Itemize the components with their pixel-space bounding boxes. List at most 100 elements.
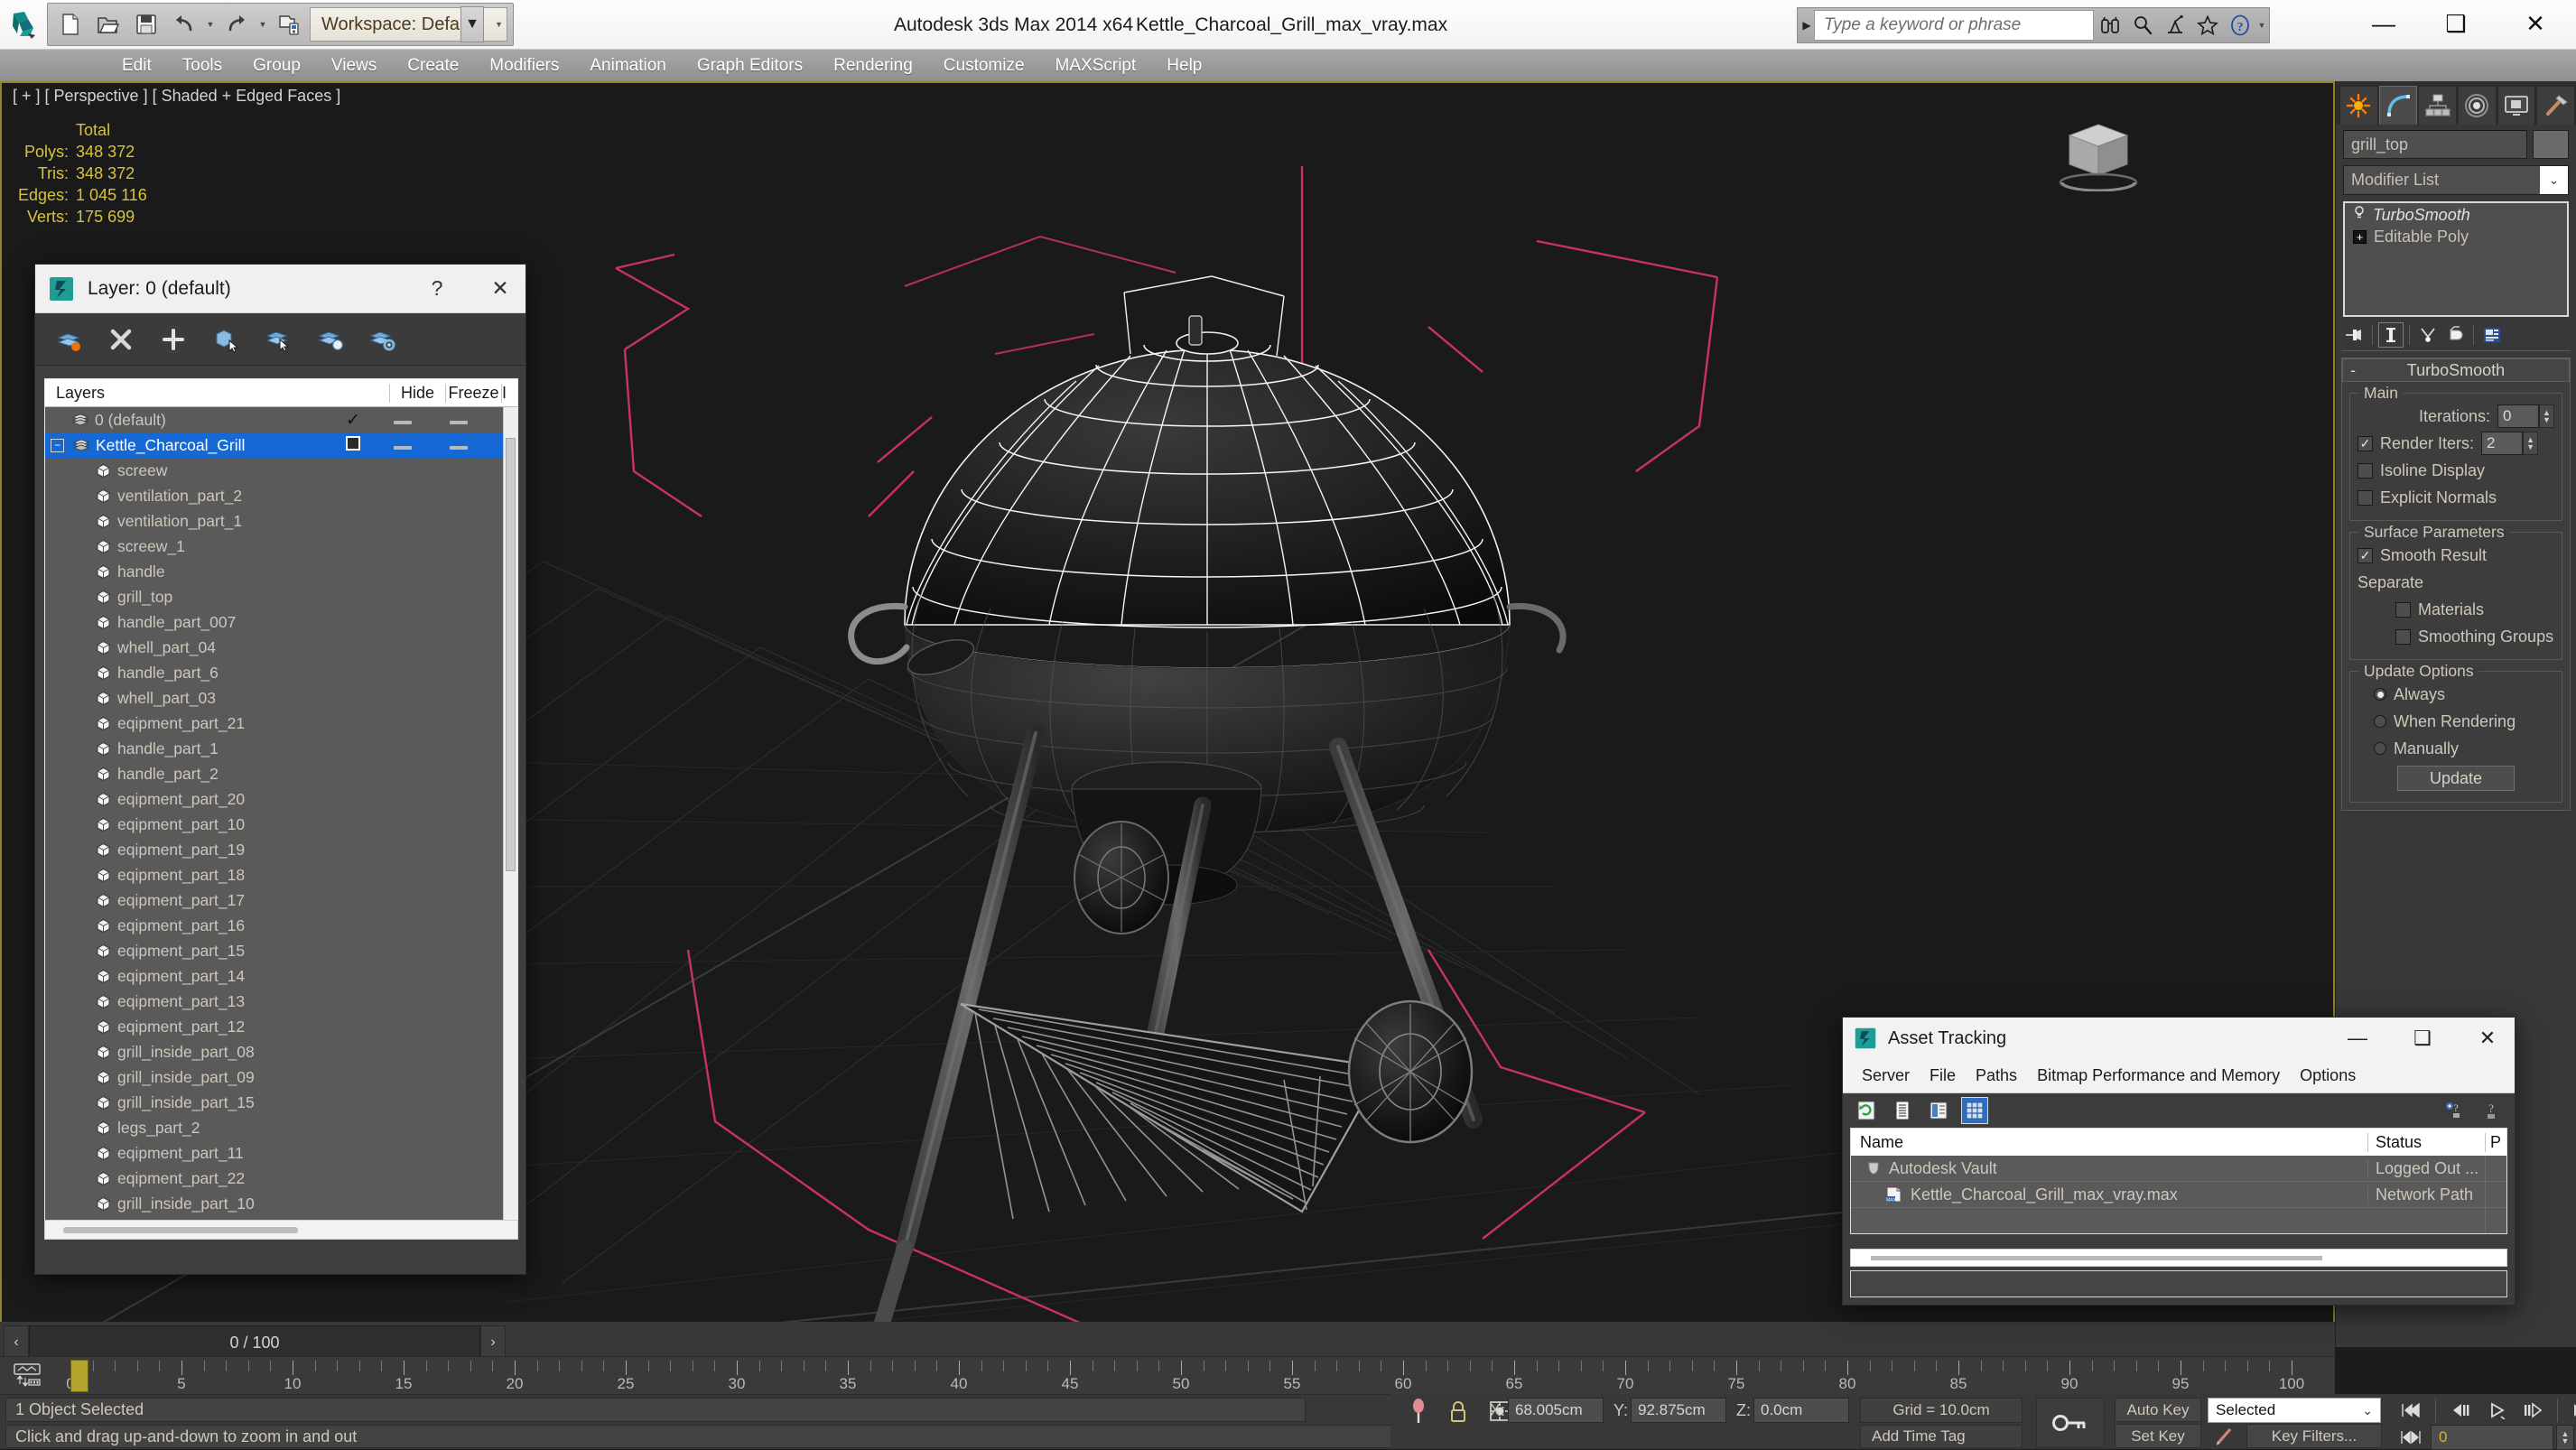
- save-file-icon[interactable]: [129, 7, 163, 42]
- close-button[interactable]: ✕: [2499, 0, 2571, 47]
- key-toggle-icon[interactable]: [2036, 1398, 2105, 1448]
- y-value-field[interactable]: 92.875cm: [1631, 1398, 1727, 1423]
- redo-dropdown-icon[interactable]: ▼: [257, 7, 268, 42]
- layer-row[interactable]: eqipment_part_21: [45, 711, 503, 736]
- column-extra[interactable]: I: [501, 383, 517, 403]
- column-hide[interactable]: Hide: [389, 383, 445, 403]
- auto-key-button[interactable]: Auto Key: [2115, 1398, 2201, 1422]
- scrollbar-thumb[interactable]: [506, 438, 516, 871]
- asset-hscrollbar-thumb[interactable]: [1871, 1256, 2322, 1260]
- new-layer-icon[interactable]: [50, 321, 88, 358]
- when-rendering-radio[interactable]: [2374, 715, 2386, 728]
- manually-radio[interactable]: [2374, 742, 2386, 755]
- search-expand-icon[interactable]: ▶: [1799, 9, 1814, 42]
- layer-list-hscrollbar[interactable]: [44, 1220, 518, 1240]
- detail-view-icon[interactable]: [1926, 1098, 1951, 1123]
- render-iters-spinner-arrows[interactable]: ▲ ▼: [2523, 432, 2539, 455]
- isoline-display-checkbox[interactable]: [2357, 462, 2373, 479]
- smooth-result-checkbox[interactable]: ✓: [2357, 547, 2373, 563]
- materials-checkbox[interactable]: [2395, 601, 2411, 618]
- layer-visibility-cell[interactable]: [331, 436, 375, 454]
- layer-row[interactable]: handle_part_1: [45, 736, 503, 761]
- frame-spinner-arrows[interactable]: ▲ ▼: [2556, 1425, 2574, 1450]
- layer-row[interactable]: screew_1: [45, 534, 503, 559]
- layer-row[interactable]: legs_part_2: [45, 1115, 503, 1140]
- layer-hide-cell[interactable]: [375, 438, 431, 453]
- magnifier-icon[interactable]: [2126, 9, 2159, 42]
- configure-sets-icon[interactable]: [2479, 322, 2505, 348]
- menu-item-customize[interactable]: Customize: [928, 50, 1040, 81]
- undo-dropdown-icon[interactable]: ▼: [205, 7, 216, 42]
- layer-explorer-dialog[interactable]: Layer: 0 (default) ? ✕ Layers Hide Freez…: [34, 264, 526, 1275]
- layer-row[interactable]: ventilation_part_2: [45, 483, 503, 508]
- menu-item-views[interactable]: Views: [316, 50, 392, 81]
- asset-menu-server[interactable]: Server: [1852, 1060, 1920, 1092]
- asset-menu-paths[interactable]: Paths: [1966, 1060, 2027, 1092]
- layer-row[interactable]: grill_inside_part_09: [45, 1064, 503, 1090]
- pin-stack-icon[interactable]: [2341, 322, 2367, 348]
- pin-icon[interactable]: [1409, 1398, 1428, 1430]
- z-value-field[interactable]: 0.0cm: [1753, 1398, 1849, 1423]
- menu-item-maxscript[interactable]: MAXScript: [1040, 50, 1152, 81]
- asset-row[interactable]: Autodesk Vault Logged Out ...: [1851, 1156, 2506, 1182]
- iterations-spinner[interactable]: 0 ▲ ▼: [2497, 404, 2554, 428]
- layer-row[interactable]: eqipment_part_13: [45, 989, 503, 1014]
- key-mode-selector[interactable]: Selected ⌄: [2208, 1398, 2381, 1423]
- layer-row[interactable]: handle_part_6: [45, 660, 503, 685]
- layer-dialog-help-button[interactable]: ?: [412, 266, 462, 311]
- asset-maximize-button[interactable]: ❑: [2395, 1018, 2450, 1058]
- light-bulb-icon[interactable]: [2353, 205, 2366, 225]
- prev-frame-arrow[interactable]: ‹: [4, 1325, 29, 1360]
- asset-column-path[interactable]: P: [2485, 1132, 2506, 1152]
- layer-dialog-close-button[interactable]: ✕: [475, 266, 525, 311]
- set-project-folder-icon[interactable]: [272, 7, 306, 42]
- asset-row[interactable]: MAX Kettle_Charcoal_Grill_max_vray.max Net…: [1851, 1182, 2506, 1208]
- layer-row[interactable]: eqipment_part_16: [45, 913, 503, 938]
- goto-end-icon[interactable]: [2566, 1398, 2576, 1423]
- expand-stack-icon[interactable]: +: [2353, 229, 2367, 244]
- asset-minimize-button[interactable]: —: [2330, 1018, 2385, 1058]
- layer-row[interactable]: handle_part_2: [45, 761, 503, 786]
- rollout-header[interactable]: - TurboSmooth: [2342, 358, 2570, 382]
- utilities-tab-icon[interactable]: [2536, 86, 2576, 125]
- layer-row[interactable]: handle: [45, 559, 503, 584]
- asset-column-status[interactable]: Status: [2367, 1132, 2485, 1152]
- key-filters-button[interactable]: Key Filters...: [2246, 1424, 2382, 1448]
- remove-modifier-icon[interactable]: [2442, 322, 2468, 348]
- layer-row[interactable]: eqipment_part_10: [45, 812, 503, 837]
- menu-item-rendering[interactable]: Rendering: [818, 50, 928, 81]
- column-freeze[interactable]: Freeze: [445, 383, 501, 403]
- always-radio[interactable]: [2374, 688, 2386, 701]
- help-icon[interactable]: ?: [2478, 1098, 2504, 1123]
- prev-frame-icon[interactable]: [2444, 1398, 2477, 1423]
- lock-icon[interactable]: [1448, 1399, 1468, 1429]
- satellite-dish-icon[interactable]: [2159, 9, 2191, 42]
- layer-rows-container[interactable]: 0 (default) ✓ − Kettle_Charcoal_Grill screew…: [45, 407, 503, 1228]
- menu-item-help[interactable]: Help: [1151, 50, 1217, 81]
- hierarchy-tab-icon[interactable]: [2418, 86, 2458, 125]
- list-view-icon[interactable]: [1890, 1098, 1915, 1123]
- column-layers[interactable]: Layers: [45, 384, 346, 403]
- layer-row[interactable]: grill_inside_part_15: [45, 1090, 503, 1115]
- menu-item-modifiers[interactable]: Modifiers: [474, 50, 574, 81]
- frame-indicator[interactable]: 0 / 100: [29, 1325, 480, 1360]
- asset-column-name[interactable]: Name: [1851, 1133, 2367, 1152]
- modifier-stack[interactable]: TurboSmooth + Editable Poly: [2343, 201, 2569, 317]
- layer-freeze-cell[interactable]: [431, 413, 487, 428]
- object-color-swatch[interactable]: [2533, 130, 2569, 159]
- next-frame-arrow[interactable]: ›: [480, 1325, 506, 1360]
- search-input[interactable]: Type a keyword or phrase: [1814, 10, 2094, 41]
- menu-item-edit[interactable]: Edit: [107, 50, 167, 81]
- timeline-ruler[interactable]: 0510152025303540455055606570758085909510…: [0, 1356, 2335, 1394]
- set-key-button[interactable]: Set Key: [2115, 1424, 2201, 1448]
- layer-row[interactable]: eqipment_part_17: [45, 888, 503, 913]
- star-icon[interactable]: [2191, 9, 2224, 42]
- timeline-ticks[interactable]: 0510152025303540455055606570758085909510…: [54, 1357, 2335, 1394]
- render-iters-spinner[interactable]: 2 ▲ ▼: [2481, 432, 2539, 455]
- layer-visibility-cell[interactable]: ✓: [331, 410, 375, 431]
- help-icon[interactable]: ?: [2224, 9, 2256, 42]
- asset-menu-bitmap-performance-and-memory[interactable]: Bitmap Performance and Memory: [2027, 1060, 2290, 1092]
- asset-menu-options[interactable]: Options: [2290, 1060, 2366, 1092]
- hscrollbar-thumb[interactable]: [63, 1227, 298, 1233]
- play-icon[interactable]: [2480, 1398, 2513, 1423]
